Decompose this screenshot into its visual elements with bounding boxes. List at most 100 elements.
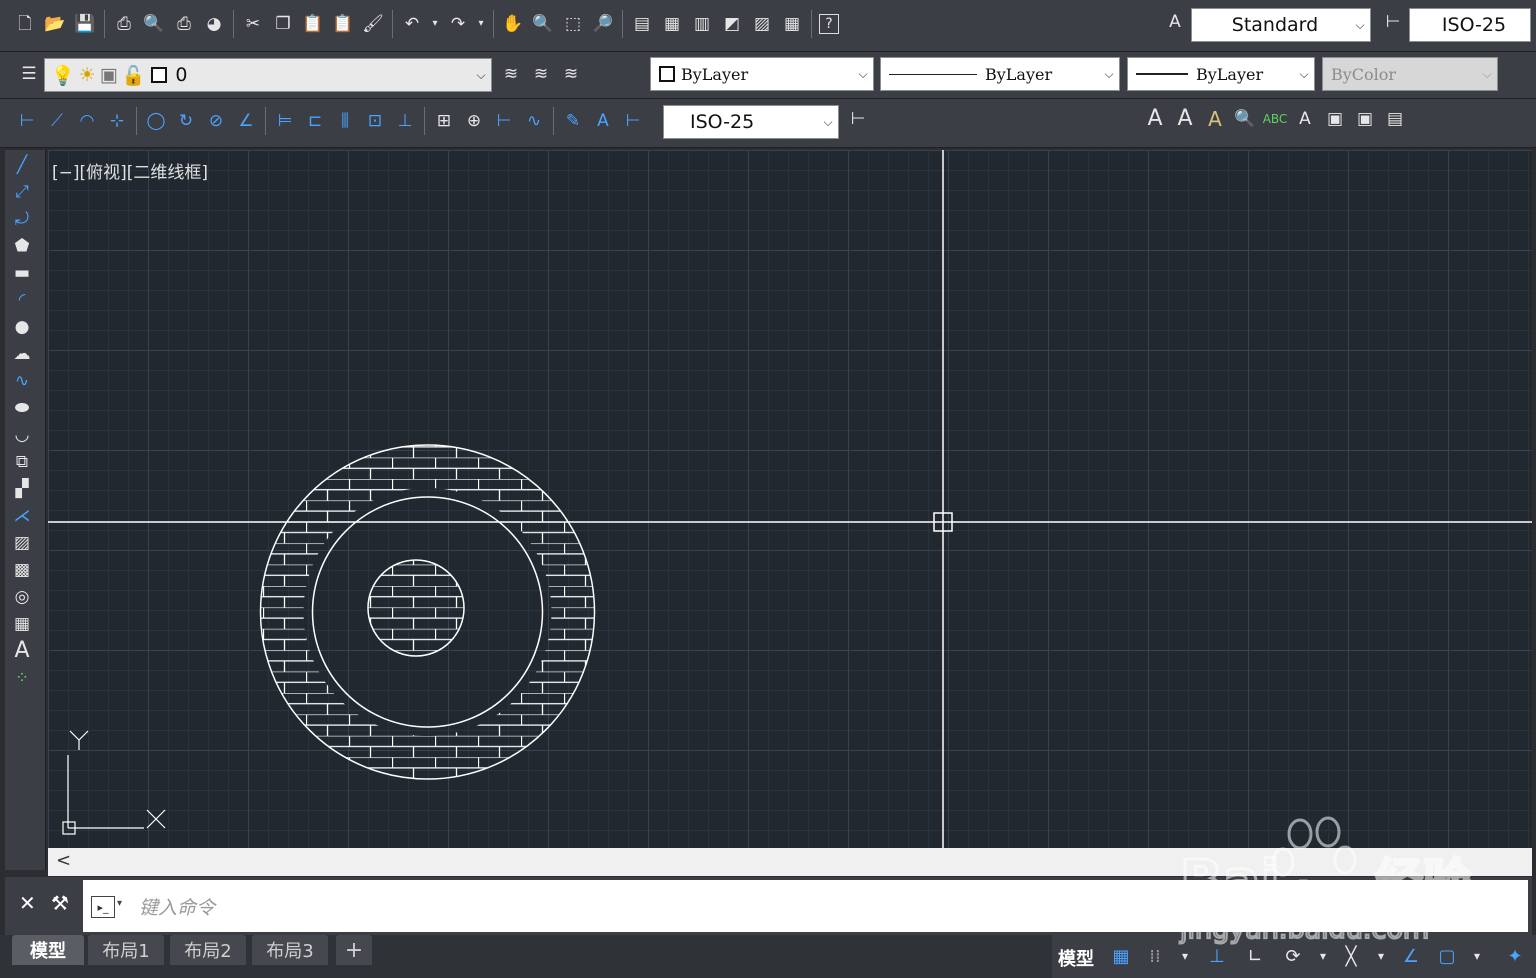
publish-icon[interactable]: ⎙: [172, 12, 196, 36]
region-icon[interactable]: ◎: [10, 585, 34, 609]
inspect-icon[interactable]: ⊢: [492, 109, 516, 133]
lineweight-combo[interactable]: ByLayer ⌵: [1127, 57, 1315, 91]
zoom-previous-icon[interactable]: 🔎: [591, 12, 615, 36]
polar-tracking-icon[interactable]: ⟳: [1278, 941, 1308, 971]
dim-style-top-combo[interactable]: ISO-25: [1409, 8, 1531, 42]
tab-layout2[interactable]: 布局2: [170, 935, 246, 965]
infer-constraints-icon[interactable]: ⊥: [1202, 941, 1232, 971]
scale-text-icon[interactable]: ▣: [1323, 107, 1347, 131]
copy-icon[interactable]: ❐: [271, 12, 295, 36]
gradient-icon[interactable]: ▩: [10, 558, 34, 582]
tab-layout1[interactable]: 布局1: [88, 935, 164, 965]
hatch-icon[interactable]: ▨: [10, 531, 34, 555]
text-style-manager-icon[interactable]: A: [1293, 107, 1317, 131]
cut-icon[interactable]: ✂: [241, 12, 265, 36]
text-style-combo[interactable]: Standard ⌵: [1191, 8, 1371, 42]
break-icon[interactable]: ⊥: [393, 109, 417, 133]
model-space-button[interactable]: 模型: [1058, 945, 1094, 971]
ortho-icon[interactable]: ∟: [1240, 941, 1270, 971]
undo-dropdown-icon[interactable]: ▾: [430, 12, 440, 36]
layer-states-icon[interactable]: ≋: [559, 62, 583, 86]
text-style-icon[interactable]: A: [1163, 10, 1187, 34]
linear-dimension-icon[interactable]: ⊢: [15, 109, 39, 133]
aligned-dimension-icon[interactable]: ⟋: [45, 109, 69, 133]
radius-icon[interactable]: ◯: [144, 109, 168, 133]
rectangle-icon[interactable]: ▬: [10, 261, 34, 285]
undo-icon[interactable]: ↶: [400, 12, 424, 36]
table-icon[interactable]: ▦: [10, 612, 34, 636]
save-icon[interactable]: 💾: [73, 12, 97, 36]
spell-check-icon[interactable]: ABC: [1263, 107, 1288, 131]
single-line-text-icon[interactable]: A: [1173, 107, 1197, 131]
customization-icon[interactable]: ✦: [1500, 941, 1530, 971]
open-icon[interactable]: 📂: [43, 12, 67, 36]
construction-line-icon[interactable]: ⤢: [10, 180, 34, 204]
color-combo[interactable]: ByLayer ⌵: [650, 57, 874, 91]
redo-dropdown-icon[interactable]: ▾: [476, 12, 486, 36]
justify-text-icon[interactable]: ▣: [1353, 107, 1377, 131]
dim-style-manager-icon[interactable]: ⊢: [846, 107, 870, 131]
revision-cloud-icon[interactable]: ☁: [10, 342, 34, 366]
polyline-icon[interactable]: ⤾: [10, 207, 34, 231]
make-object-layer-current-icon[interactable]: ≋: [499, 62, 523, 86]
plot-icon[interactable]: ⎙: [112, 12, 136, 36]
make-block-icon[interactable]: ▞: [10, 477, 34, 501]
jogged-linear-icon[interactable]: ∿: [522, 109, 546, 133]
drawing-viewport[interactable]: [−][俯视][二维线框]: [48, 150, 1532, 848]
center-mark-icon[interactable]: ⊕: [462, 109, 486, 133]
isometric-dropdown-icon[interactable]: ▾: [1366, 941, 1396, 971]
paste-special-icon[interactable]: 📋: [331, 12, 355, 36]
multiline-text-icon[interactable]: A: [1143, 107, 1167, 131]
ellipse-arc-icon[interactable]: ◡: [10, 423, 34, 447]
close-icon[interactable]: ✕: [19, 891, 36, 915]
diameter-icon[interactable]: ⊘: [204, 109, 228, 133]
object-snap-tracking-icon[interactable]: ∠: [1396, 941, 1426, 971]
object-snap-icon[interactable]: ▢: [1432, 941, 1462, 971]
help-icon[interactable]: ?: [819, 14, 839, 34]
calculator-icon[interactable]: ▦: [780, 12, 804, 36]
tab-layout3[interactable]: 布局3: [252, 935, 328, 965]
insert-block-icon[interactable]: ⧉: [10, 450, 34, 474]
space-icon[interactable]: ⊡: [363, 109, 387, 133]
continue-icon[interactable]: ⫼: [333, 109, 357, 133]
quick-dimension-icon[interactable]: ⊨: [273, 109, 297, 133]
point-icon[interactable]: ⋌: [10, 504, 34, 528]
match-properties-icon[interactable]: 🖌: [361, 12, 385, 36]
angular-icon[interactable]: ∠: [234, 109, 258, 133]
redo-icon[interactable]: ↷: [446, 12, 470, 36]
arc-length-icon[interactable]: ◠: [75, 109, 99, 133]
edit-text-icon[interactable]: A: [1203, 107, 1227, 131]
command-history-icon[interactable]: ▸_: [91, 896, 115, 918]
polar-dropdown-icon[interactable]: ▾: [1308, 941, 1338, 971]
jogged-icon[interactable]: ↻: [174, 109, 198, 133]
markup-icon[interactable]: ▨: [750, 12, 774, 36]
baseline-icon[interactable]: ⊏: [303, 109, 327, 133]
layer-combo[interactable]: 💡 ☀ ▣ 🔓 0 ⌵: [44, 58, 492, 92]
scroll-left-arrow[interactable]: <: [56, 850, 71, 871]
tab-model[interactable]: 模型: [12, 935, 84, 965]
line-icon[interactable]: ╱: [10, 153, 34, 177]
convert-space-icon[interactable]: ▤: [1383, 107, 1407, 131]
multiline-text-side-icon[interactable]: A: [10, 639, 34, 663]
arc-icon[interactable]: ◜: [10, 288, 34, 312]
plot-preview-icon[interactable]: 🔍: [142, 12, 166, 36]
tool-palettes-icon[interactable]: ▥: [690, 12, 714, 36]
add-layout-button[interactable]: +: [336, 935, 372, 965]
linetype-combo[interactable]: ByLayer ⌵: [880, 57, 1120, 91]
horizontal-scrollbar[interactable]: <: [48, 848, 1532, 876]
command-input[interactable]: ▸_ ▾ 键入命令: [83, 880, 1528, 932]
zoom-realtime-icon[interactable]: 🔍: [531, 12, 555, 36]
zoom-window-icon[interactable]: ⬚: [561, 12, 585, 36]
tolerance-icon[interactable]: ⊞: [432, 109, 456, 133]
command-history-dropdown-icon[interactable]: ▾: [117, 898, 122, 909]
grid-icon[interactable]: ▦: [1106, 941, 1136, 971]
snap-grid-icon[interactable]: ⁞⁞: [1140, 941, 1170, 971]
pan-icon[interactable]: ✋: [501, 12, 525, 36]
render-icon[interactable]: ◕: [202, 12, 226, 36]
dim-edit-icon[interactable]: ✎: [561, 109, 585, 133]
add-selected-icon[interactable]: ⁘: [10, 666, 34, 690]
isometric-icon[interactable]: ╳: [1336, 941, 1366, 971]
circle-icon[interactable]: ●: [10, 315, 34, 339]
dim-style-combo[interactable]: ISO-25 ⌵: [663, 105, 839, 139]
hatched-inner-circle[interactable]: [367, 559, 465, 657]
